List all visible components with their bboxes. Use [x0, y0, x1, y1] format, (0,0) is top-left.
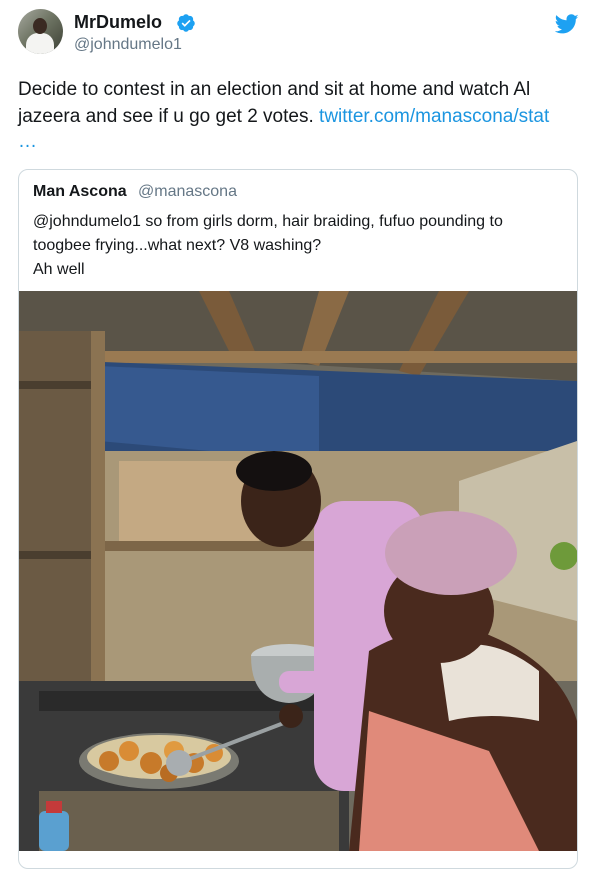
photo-bottle-cap [46, 801, 62, 813]
author-avatar[interactable] [18, 9, 63, 54]
quoted-text-line: @johndumelo1 so from girls dorm, hair br… [33, 213, 503, 230]
avatar-shirt [26, 33, 54, 54]
quoted-text-line: Ah well [33, 261, 85, 278]
quoted-tweet[interactable]: Man Ascona @manascona @johndumelo1 so fr… [18, 169, 578, 869]
author-display-name[interactable]: MrDumelo [74, 12, 162, 33]
quoted-display-name[interactable]: Man Ascona [33, 183, 127, 201]
photo-plank [19, 381, 99, 389]
tweet-card: MrDumelo @johndumelo1 Decide to contest … [0, 0, 600, 869]
tweet-ellipsis: … [18, 131, 38, 152]
twitter-bird-icon[interactable] [555, 12, 579, 36]
photo-ladle [166, 750, 192, 776]
quoted-text-line: toogbee frying...what next? V8 washing? [33, 237, 322, 254]
photo-bottle [39, 811, 69, 851]
photo-man-hand [279, 704, 303, 728]
verified-badge-icon [177, 14, 195, 32]
photo-dough-ball [119, 741, 139, 761]
tweet-link[interactable]: twitter.com/manascona/stat [319, 106, 549, 127]
quoted-tweet-photo[interactable] [19, 291, 577, 851]
photo-dough-ball [99, 751, 119, 771]
quoted-text: @johndumelo1 so from girls dorm, hair br… [33, 210, 563, 282]
avatar-head [33, 18, 47, 34]
photo-plant [550, 542, 577, 570]
photo-plank [19, 551, 99, 559]
photo-woman-headwrap [385, 511, 517, 595]
quoted-handle[interactable]: @manascona [138, 183, 237, 201]
photo-man-hair [236, 451, 312, 491]
tweet-text: Decide to contest in an election and sit… [18, 76, 583, 130]
photo-man-arm [279, 671, 339, 693]
photo-dough-ball [140, 752, 162, 774]
author-handle[interactable]: @johndumelo1 [74, 36, 182, 54]
photo-illustration [19, 291, 577, 851]
photo-counter [39, 791, 339, 851]
